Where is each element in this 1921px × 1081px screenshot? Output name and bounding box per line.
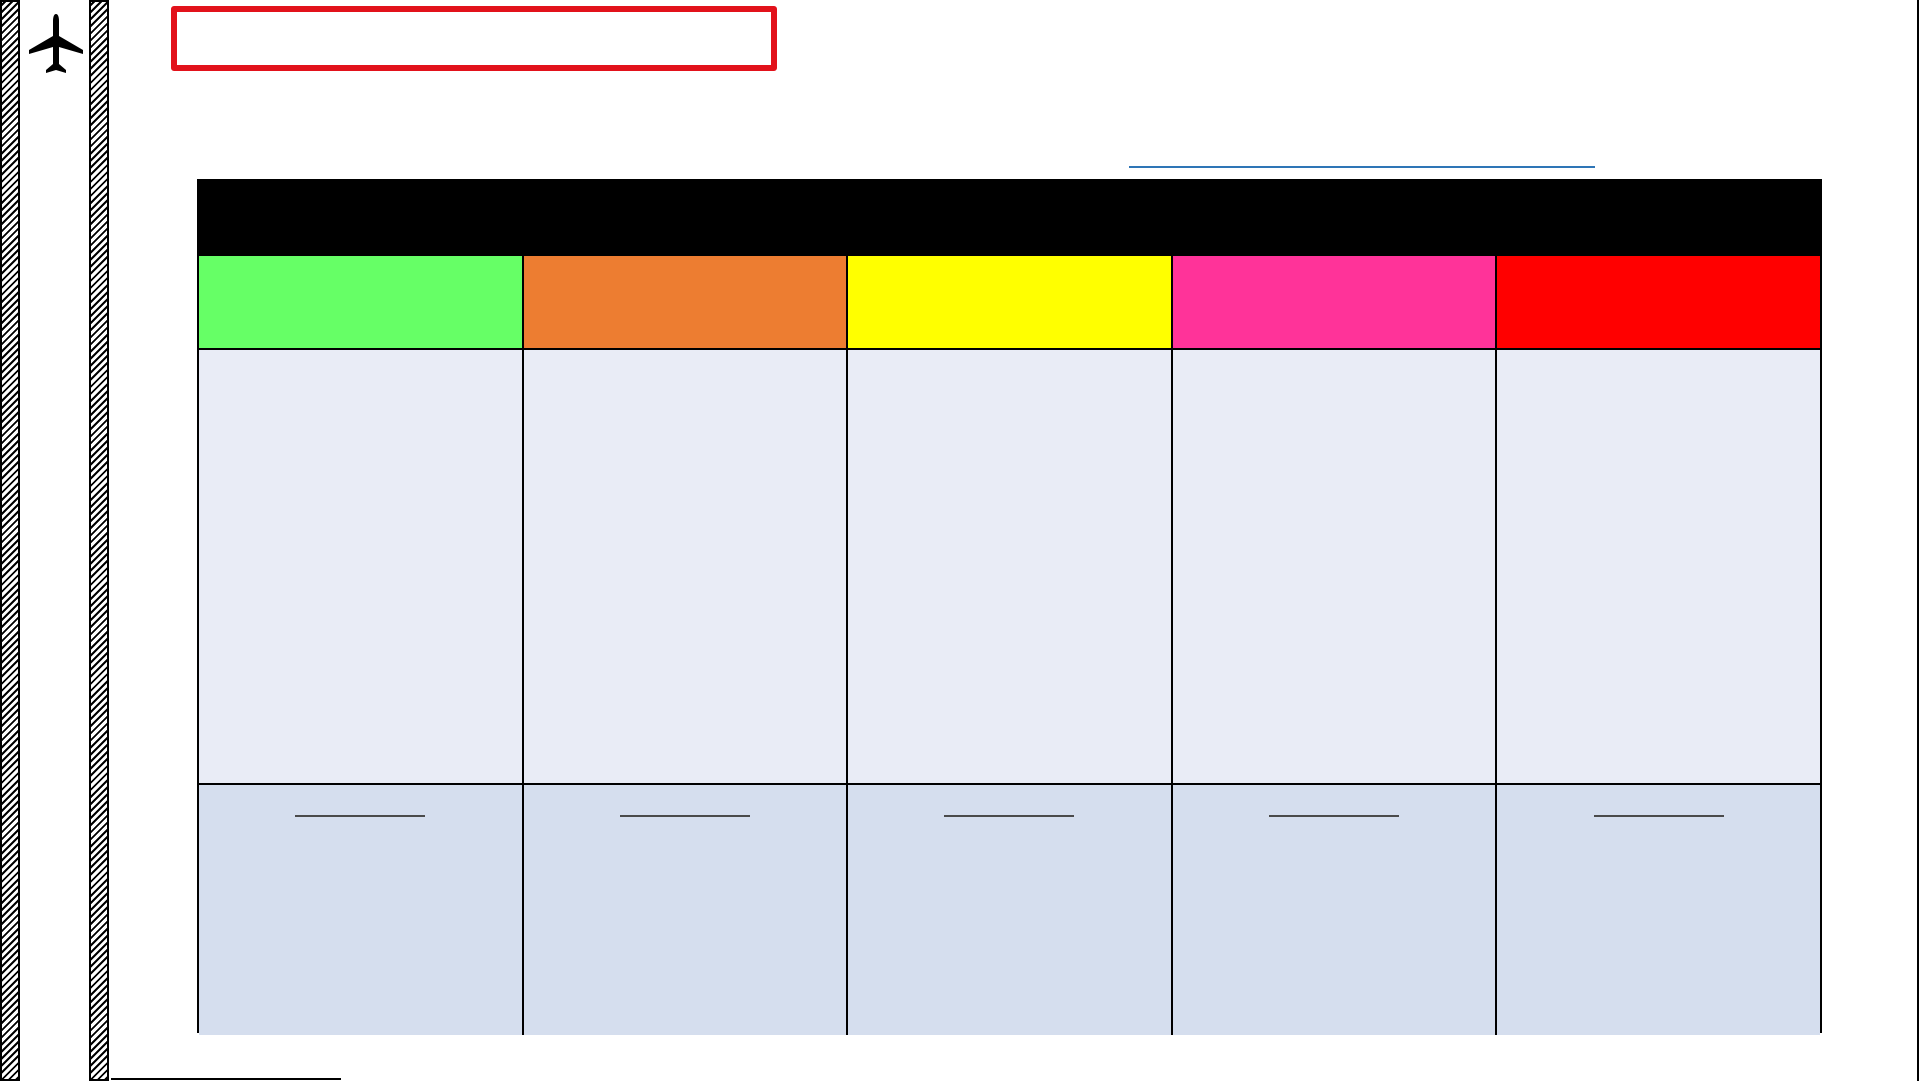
link-underline[interactable] <box>1129 140 1595 168</box>
footer-underline <box>1593 809 1724 817</box>
body-cell-4[interactable] <box>1172 350 1498 783</box>
color-grid-table <box>197 179 1822 1035</box>
right-runway-border <box>89 0 109 1081</box>
body-cell-3[interactable] <box>848 350 1173 783</box>
airplane-icon <box>29 14 83 73</box>
body-row <box>199 350 1820 785</box>
footer-cell-1[interactable] <box>199 785 524 1035</box>
column-header-yellow <box>848 256 1173 348</box>
footer-row <box>199 785 1820 1035</box>
footer-underline <box>619 809 750 817</box>
footer-cell-3[interactable] <box>848 785 1173 1035</box>
body-cell-1[interactable] <box>199 350 524 783</box>
footer-underline <box>944 809 1075 817</box>
footer-underline <box>1269 809 1400 817</box>
runway-strip <box>22 0 87 1081</box>
column-header-pink <box>1172 256 1498 348</box>
footer-cell-5[interactable] <box>1497 785 1820 1035</box>
grid-header-bar <box>199 181 1820 254</box>
column-header-green <box>199 256 524 348</box>
left-runway-border <box>0 0 20 1081</box>
title-box[interactable] <box>171 6 777 71</box>
column-header-red <box>1497 256 1820 348</box>
footer-cell-2[interactable] <box>523 785 849 1035</box>
body-cell-5[interactable] <box>1497 350 1820 783</box>
body-cell-2[interactable] <box>523 350 849 783</box>
footer-underline <box>295 809 426 817</box>
color-header-row <box>199 254 1820 350</box>
footer-rule <box>111 1078 341 1080</box>
column-header-orange <box>523 256 849 348</box>
footer-cell-4[interactable] <box>1172 785 1498 1035</box>
